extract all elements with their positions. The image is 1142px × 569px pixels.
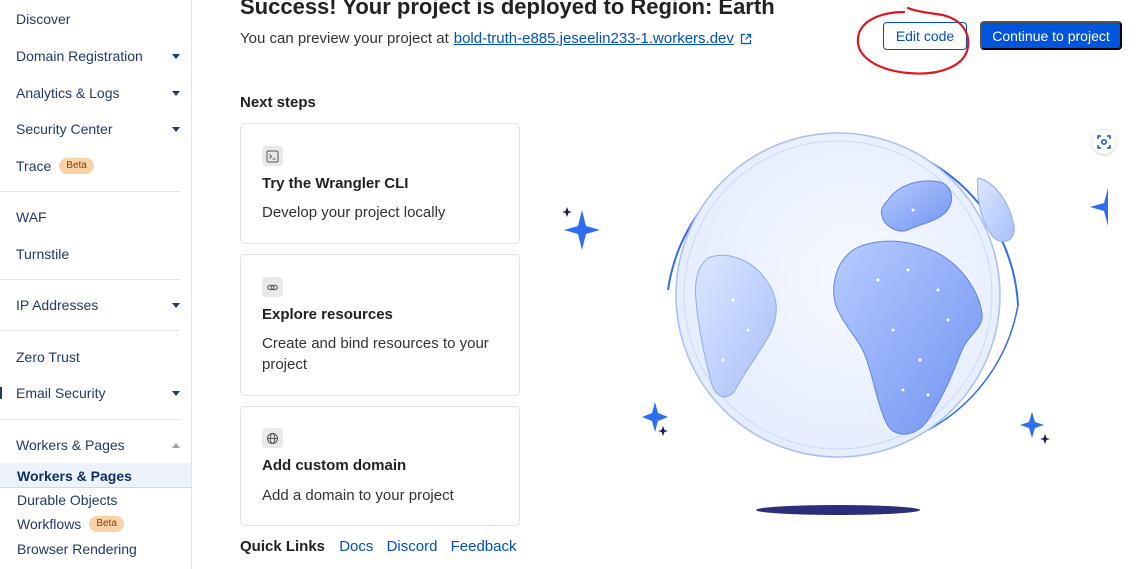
sidebar-item-discover[interactable]: Discover [16, 6, 186, 32]
sidebar-item-workers-pages[interactable]: Workers & Pages [16, 432, 186, 458]
sidebar-item-label: Analytics & Logs [16, 85, 120, 101]
globe-icon [262, 428, 283, 448]
card-title: Add custom domain [262, 457, 407, 474]
sidebar-subitem-label: Browser Rendering [17, 541, 137, 557]
sidebar-item-label: Zero Trust [16, 349, 80, 365]
card-description: Create and bind resources to your projec… [262, 335, 489, 373]
terminal-icon [262, 146, 283, 166]
sidebar-subitem-workers-pages[interactable]: Workers & Pages [17, 463, 187, 489]
sidebar-item-label: Discover [16, 11, 71, 27]
page-title: Success! Your project is deployed to Reg… [240, 0, 775, 19]
sidebar-divider [0, 419, 180, 420]
sidebar-subitem-durable-objects[interactable]: Durable Objects [17, 487, 187, 513]
sidebar-item-label: Turnstile [16, 246, 70, 262]
chevron-down-icon [172, 53, 180, 59]
sidebar-subitem-browser-rendering[interactable]: Browser Rendering [17, 536, 187, 562]
sidebar-item-label: WAF [16, 209, 47, 225]
sidebar-item-analytics-logs[interactable]: Analytics & Logs [16, 80, 186, 106]
chevron-down-icon [172, 302, 180, 308]
feedback-link[interactable]: Feedback [451, 538, 517, 555]
card-explore-resources[interactable]: Explore resources Create and bind resour… [240, 254, 520, 396]
card-title: Explore resources [262, 306, 393, 323]
preview-text: You can preview your project at [240, 30, 449, 47]
sidebar-subitem-label: Workers & Pages [17, 468, 132, 484]
sidebar-item-zero-trust[interactable]: Zero Trust [16, 344, 186, 370]
sidebar-item-security-center[interactable]: Security Center [16, 116, 186, 142]
sidebar-item-label: Security Center [16, 121, 113, 137]
sidebar-subitem-workflows[interactable]: Workflows Beta [17, 511, 187, 537]
docs-link[interactable]: Docs [339, 538, 373, 555]
chevron-down-icon [172, 390, 180, 396]
beta-badge: Beta [59, 158, 94, 174]
sidebar-item-domain-registration[interactable]: Domain Registration [16, 43, 186, 69]
card-add-custom-domain[interactable]: Add custom domain Add a domain to your p… [240, 406, 520, 526]
sidebar-divider [0, 191, 180, 192]
card-title: Try the Wrangler CLI [262, 175, 409, 192]
sidebar-item-label: Email Security [16, 385, 106, 401]
card-description: Add a domain to your project [262, 487, 454, 504]
sidebar-item-label: Workers & Pages [16, 437, 125, 453]
annotation-circle [856, 6, 970, 75]
sidebar-edge-marker [0, 387, 2, 399]
preview-line: You can preview your project at bold-tru… [240, 30, 752, 47]
sidebar-item-waf[interactable]: WAF [16, 204, 186, 230]
sidebar-item-email-security[interactable]: Email Security [16, 380, 186, 406]
sidebar-item-turnstile[interactable]: Turnstile [16, 241, 186, 267]
link-icon [262, 277, 283, 297]
continue-to-project-button[interactable]: Continue to project [980, 21, 1122, 50]
beta-badge: Beta [89, 516, 124, 532]
sidebar-item-label: IP Addresses [16, 297, 99, 313]
sidebar-divider [0, 330, 180, 331]
card-wrangler-cli[interactable]: Try the Wrangler CLI Develop your projec… [240, 123, 520, 244]
earth-illustration [562, 132, 1108, 515]
chevron-up-icon [172, 442, 180, 448]
next-steps-heading: Next steps [240, 94, 316, 111]
card-description: Develop your project locally [262, 204, 446, 221]
external-link-icon[interactable] [740, 33, 752, 45]
chevron-down-icon [172, 126, 180, 132]
discord-link[interactable]: Discord [387, 538, 438, 555]
sidebar-item-label: Trace [16, 158, 52, 174]
sidebar-item-label: Domain Registration [16, 48, 143, 64]
preview-link[interactable]: bold-truth-e885.jeseelin233-1.workers.de… [454, 30, 734, 47]
chevron-down-icon [172, 90, 180, 96]
quick-links-label: Quick Links [240, 538, 326, 555]
sidebar: Discover Domain Registration Analytics &… [0, 0, 192, 569]
sidebar-subitem-label: Workflows [17, 516, 82, 532]
sidebar-divider [0, 279, 180, 280]
quick-links: Quick Links Docs Discord Feedback [240, 538, 525, 555]
sidebar-item-ip-addresses[interactable]: IP Addresses [16, 292, 186, 318]
sidebar-item-trace[interactable]: Trace Beta [16, 153, 186, 179]
sidebar-subitem-label: Durable Objects [17, 492, 118, 508]
